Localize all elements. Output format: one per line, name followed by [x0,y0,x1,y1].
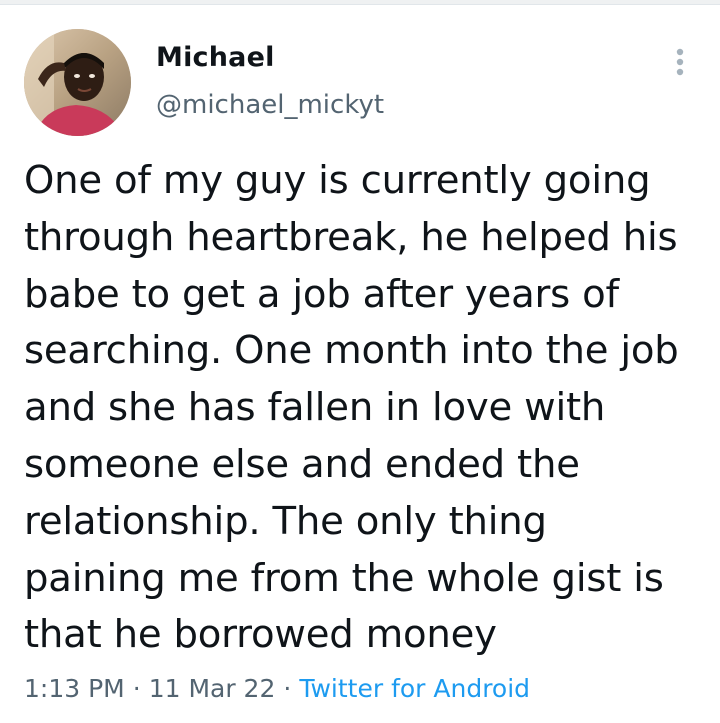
tweet-date[interactable]: 11 Mar 22 [149,674,276,703]
vertical-ellipsis-icon [676,48,684,76]
author-handle[interactable]: @michael_mickyt [156,90,384,120]
more-options-button[interactable] [664,44,696,80]
profile-photo [24,29,131,136]
tweet-text: One of my guy is currently going through… [24,158,679,658]
meta-separator: · [132,674,141,703]
avatar[interactable] [24,29,131,136]
meta-separator: · [283,674,292,703]
tweet-time[interactable]: 1:13 PM [24,674,125,703]
author-display-name[interactable]: Michael [156,42,275,73]
tweet-meta: 1:13 PM · 11 Mar 22 · Twitter for Androi… [24,674,530,703]
top-divider [0,0,720,5]
tweet-source-link[interactable]: Twitter for Android [299,674,530,703]
